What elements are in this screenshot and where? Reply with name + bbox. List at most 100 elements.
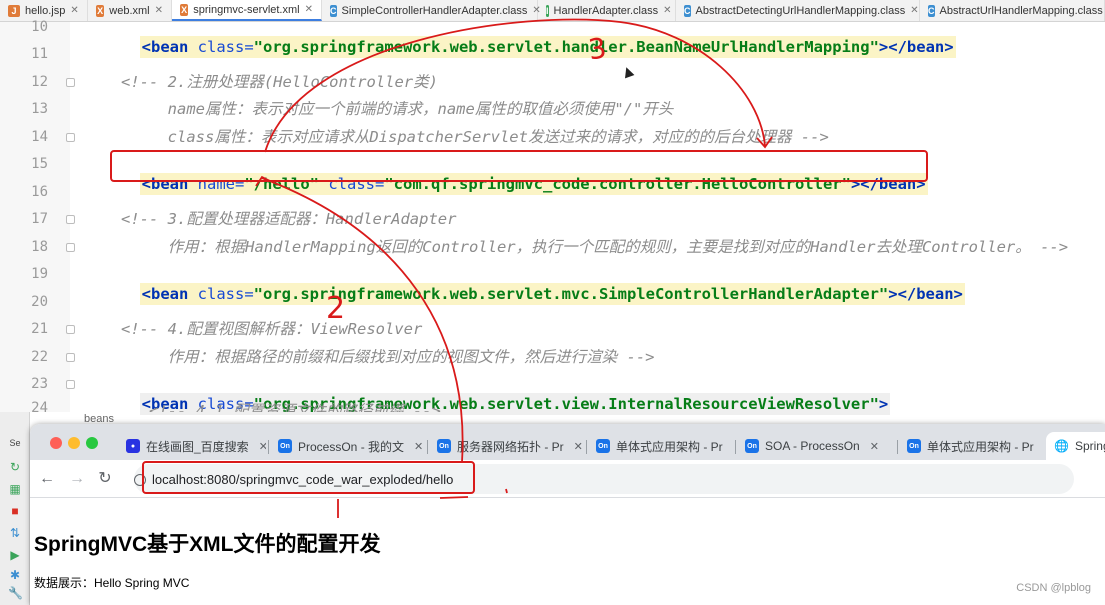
browser-tab[interactable]: On 单体式应用架构 - Pr ✕ — [899, 432, 1044, 460]
tab-label: springmvc-servlet.xml — [193, 3, 300, 16]
highlight-box-url — [142, 461, 475, 494]
close-icon[interactable]: ✕ — [70, 5, 78, 16]
tab-separator — [586, 440, 587, 454]
fold-marker[interactable] — [66, 243, 75, 252]
line-number: 11 — [31, 46, 48, 62]
line-number: 19 — [31, 266, 48, 282]
interface-file-icon: I — [546, 4, 549, 17]
maximize-window-button[interactable] — [86, 437, 98, 449]
browser-tab[interactable]: On 服务器网络拓扑 - Pr ✕ — [429, 432, 584, 460]
browser-tab-bar: ● 在线画图_百度搜索 ✕ On ProcessOn - 我的文 ✕ On 服务… — [30, 424, 1105, 460]
close-icon[interactable]: ✕ — [414, 440, 423, 453]
fold-marker[interactable] — [66, 215, 75, 224]
line-number: 23 — [31, 376, 48, 392]
watermark: CSDN @lpblog — [1016, 582, 1091, 594]
code-line-24[interactable]: <!-- 4.1 配置资源文件的路径前缀 --> — [121, 401, 441, 412]
browser-tab-label: SOA - ProcessOn — [765, 439, 860, 453]
browser-tab-label: Spring — [1074, 439, 1105, 453]
fold-marker[interactable] — [66, 133, 75, 142]
globe-icon: 🌐 — [1054, 439, 1069, 453]
close-icon[interactable]: ✕ — [663, 5, 671, 16]
close-icon[interactable]: ✕ — [574, 440, 583, 453]
browser-tab[interactable]: ● 在线画图_百度搜索 ✕ — [118, 432, 266, 460]
tab-label: hello.jsp — [25, 4, 66, 17]
run-icon[interactable]: ▶ — [8, 548, 22, 562]
tab-label: SimpleControllerHandlerAdapter.class — [341, 4, 528, 17]
line-number: 18 — [31, 239, 48, 255]
code-line-21[interactable]: <!-- 4.配置视图解析器：ViewResolver — [121, 319, 422, 339]
page-title: SpringMVC基于XML文件的配置开发 — [34, 533, 381, 556]
tab-separator — [427, 440, 428, 454]
ide-left-toolstrip: Se ↻ ▦ ■ ⇅ ▶ ✱ 🔧 — [0, 412, 30, 605]
code-line-19[interactable]: <bean class="org.springframework.web.ser… — [121, 264, 965, 305]
fold-marker[interactable] — [66, 78, 75, 87]
deploy-icon[interactable]: ▦ — [8, 482, 22, 496]
browser-tab-label: 在线画图_百度搜索 — [146, 439, 249, 454]
baidu-paw-icon: ● — [126, 439, 140, 453]
browser-tab[interactable]: On ProcessOn - 我的文 ✕ — [270, 432, 425, 460]
close-icon[interactable]: ✕ — [259, 440, 266, 453]
code-line-12[interactable]: <!-- 2.注册处理器(HelloController类) — [121, 72, 438, 92]
code-line-22[interactable]: 作用：根据路径的前缀和后缀找到对应的视图文件，然后进行渲染 --> — [121, 347, 655, 367]
code-line-18[interactable]: 作用：根据HandlerMapping返回的Controller，执行一个匹配的… — [121, 237, 1068, 257]
reload-button[interactable]: ↻ — [94, 468, 116, 490]
xml-file-icon: X — [180, 3, 189, 16]
wrench-icon[interactable]: 🔧 — [8, 586, 23, 600]
line-number: 22 — [31, 349, 48, 365]
line-number: 17 — [31, 211, 48, 227]
close-icon[interactable]: ✕ — [870, 440, 879, 453]
browser-tab[interactable]: On 单体式应用架构 - Pr ✕ — [588, 432, 733, 460]
browser-tab[interactable]: On SOA - ProcessOn ✕ — [737, 432, 895, 460]
processon-icon: On — [278, 439, 292, 453]
rerun-icon[interactable]: ↻ — [8, 460, 22, 474]
data-display-text: 数据展示：Hello Spring MVC — [34, 576, 190, 590]
close-icon[interactable]: ✕ — [305, 4, 313, 15]
update-icon[interactable]: ⇅ — [8, 526, 22, 540]
processon-icon: On — [596, 439, 610, 453]
processon-icon: On — [745, 439, 759, 453]
code-line-14[interactable]: class属性：表示对应请求从DispatcherServlet发送过来的请求，… — [121, 127, 829, 147]
class-file-icon: C — [928, 4, 935, 17]
minimize-window-button[interactable] — [68, 437, 80, 449]
close-window-button[interactable] — [50, 437, 62, 449]
tab-label: AbstractUrlHandlerMapping.class — [939, 4, 1103, 17]
jsp-file-icon: J — [8, 4, 20, 17]
tab-hello-jsp[interactable]: J hello.jsp ✕ — [0, 0, 88, 21]
tab-separator — [268, 440, 269, 454]
tab-separator — [897, 440, 898, 454]
line-number-gutter: 10 11 12 13 14 15 16 17 18 19 20 21 22 2… — [0, 19, 75, 416]
line-number: 15 — [31, 156, 48, 172]
line-number: 16 — [31, 184, 48, 200]
debug-icon[interactable]: ✱ — [8, 568, 22, 582]
browser-window: ● 在线画图_百度搜索 ✕ On ProcessOn - 我的文 ✕ On 服务… — [30, 424, 1105, 605]
mouse-cursor-icon — [621, 65, 635, 79]
code-line-10[interactable]: <bean class="org.springframework.web.ser… — [121, 17, 956, 58]
line-number: 13 — [31, 101, 48, 117]
fold-marker[interactable] — [66, 380, 75, 389]
tab-label: web.xml — [109, 4, 150, 17]
browser-tab-label: 单体式应用架构 - Pr — [616, 439, 723, 454]
browser-tab-active[interactable]: 🌐 Spring — [1046, 432, 1105, 460]
processon-icon: On — [907, 439, 921, 453]
line-number: 10 — [31, 19, 48, 35]
tab-label: HandlerAdapter.class — [553, 4, 659, 17]
processon-icon: On — [437, 439, 451, 453]
back-button[interactable]: ← — [36, 468, 58, 490]
stop-icon[interactable]: ■ — [8, 504, 22, 518]
line-number: 14 — [31, 129, 48, 145]
close-icon[interactable]: ✕ — [155, 5, 163, 16]
forward-button[interactable]: → — [66, 468, 88, 490]
code-line-13[interactable]: name属性：表示对应一个前端的请求，name属性的取值必须使用"/"开头 — [121, 99, 674, 119]
highlight-box-hello-bean — [110, 150, 928, 182]
code-line-17[interactable]: <!-- 3.配置处理器适配器：HandlerAdapter — [121, 209, 456, 229]
close-icon[interactable]: ✕ — [910, 5, 918, 16]
tab-label: AbstractDetectingUrlHandlerMapping.class — [695, 4, 906, 17]
browser-tab-label: ProcessOn - 我的文 — [298, 439, 405, 454]
browser-tab-label: 单体式应用架构 - Pr — [927, 439, 1034, 454]
line-number: 21 — [31, 321, 48, 337]
fold-marker[interactable] — [66, 325, 75, 334]
browser-tab-label: 服务器网络拓扑 - Pr — [457, 439, 564, 454]
fold-marker[interactable] — [66, 353, 75, 362]
class-file-icon: C — [684, 4, 691, 17]
line-number: 20 — [31, 294, 48, 310]
